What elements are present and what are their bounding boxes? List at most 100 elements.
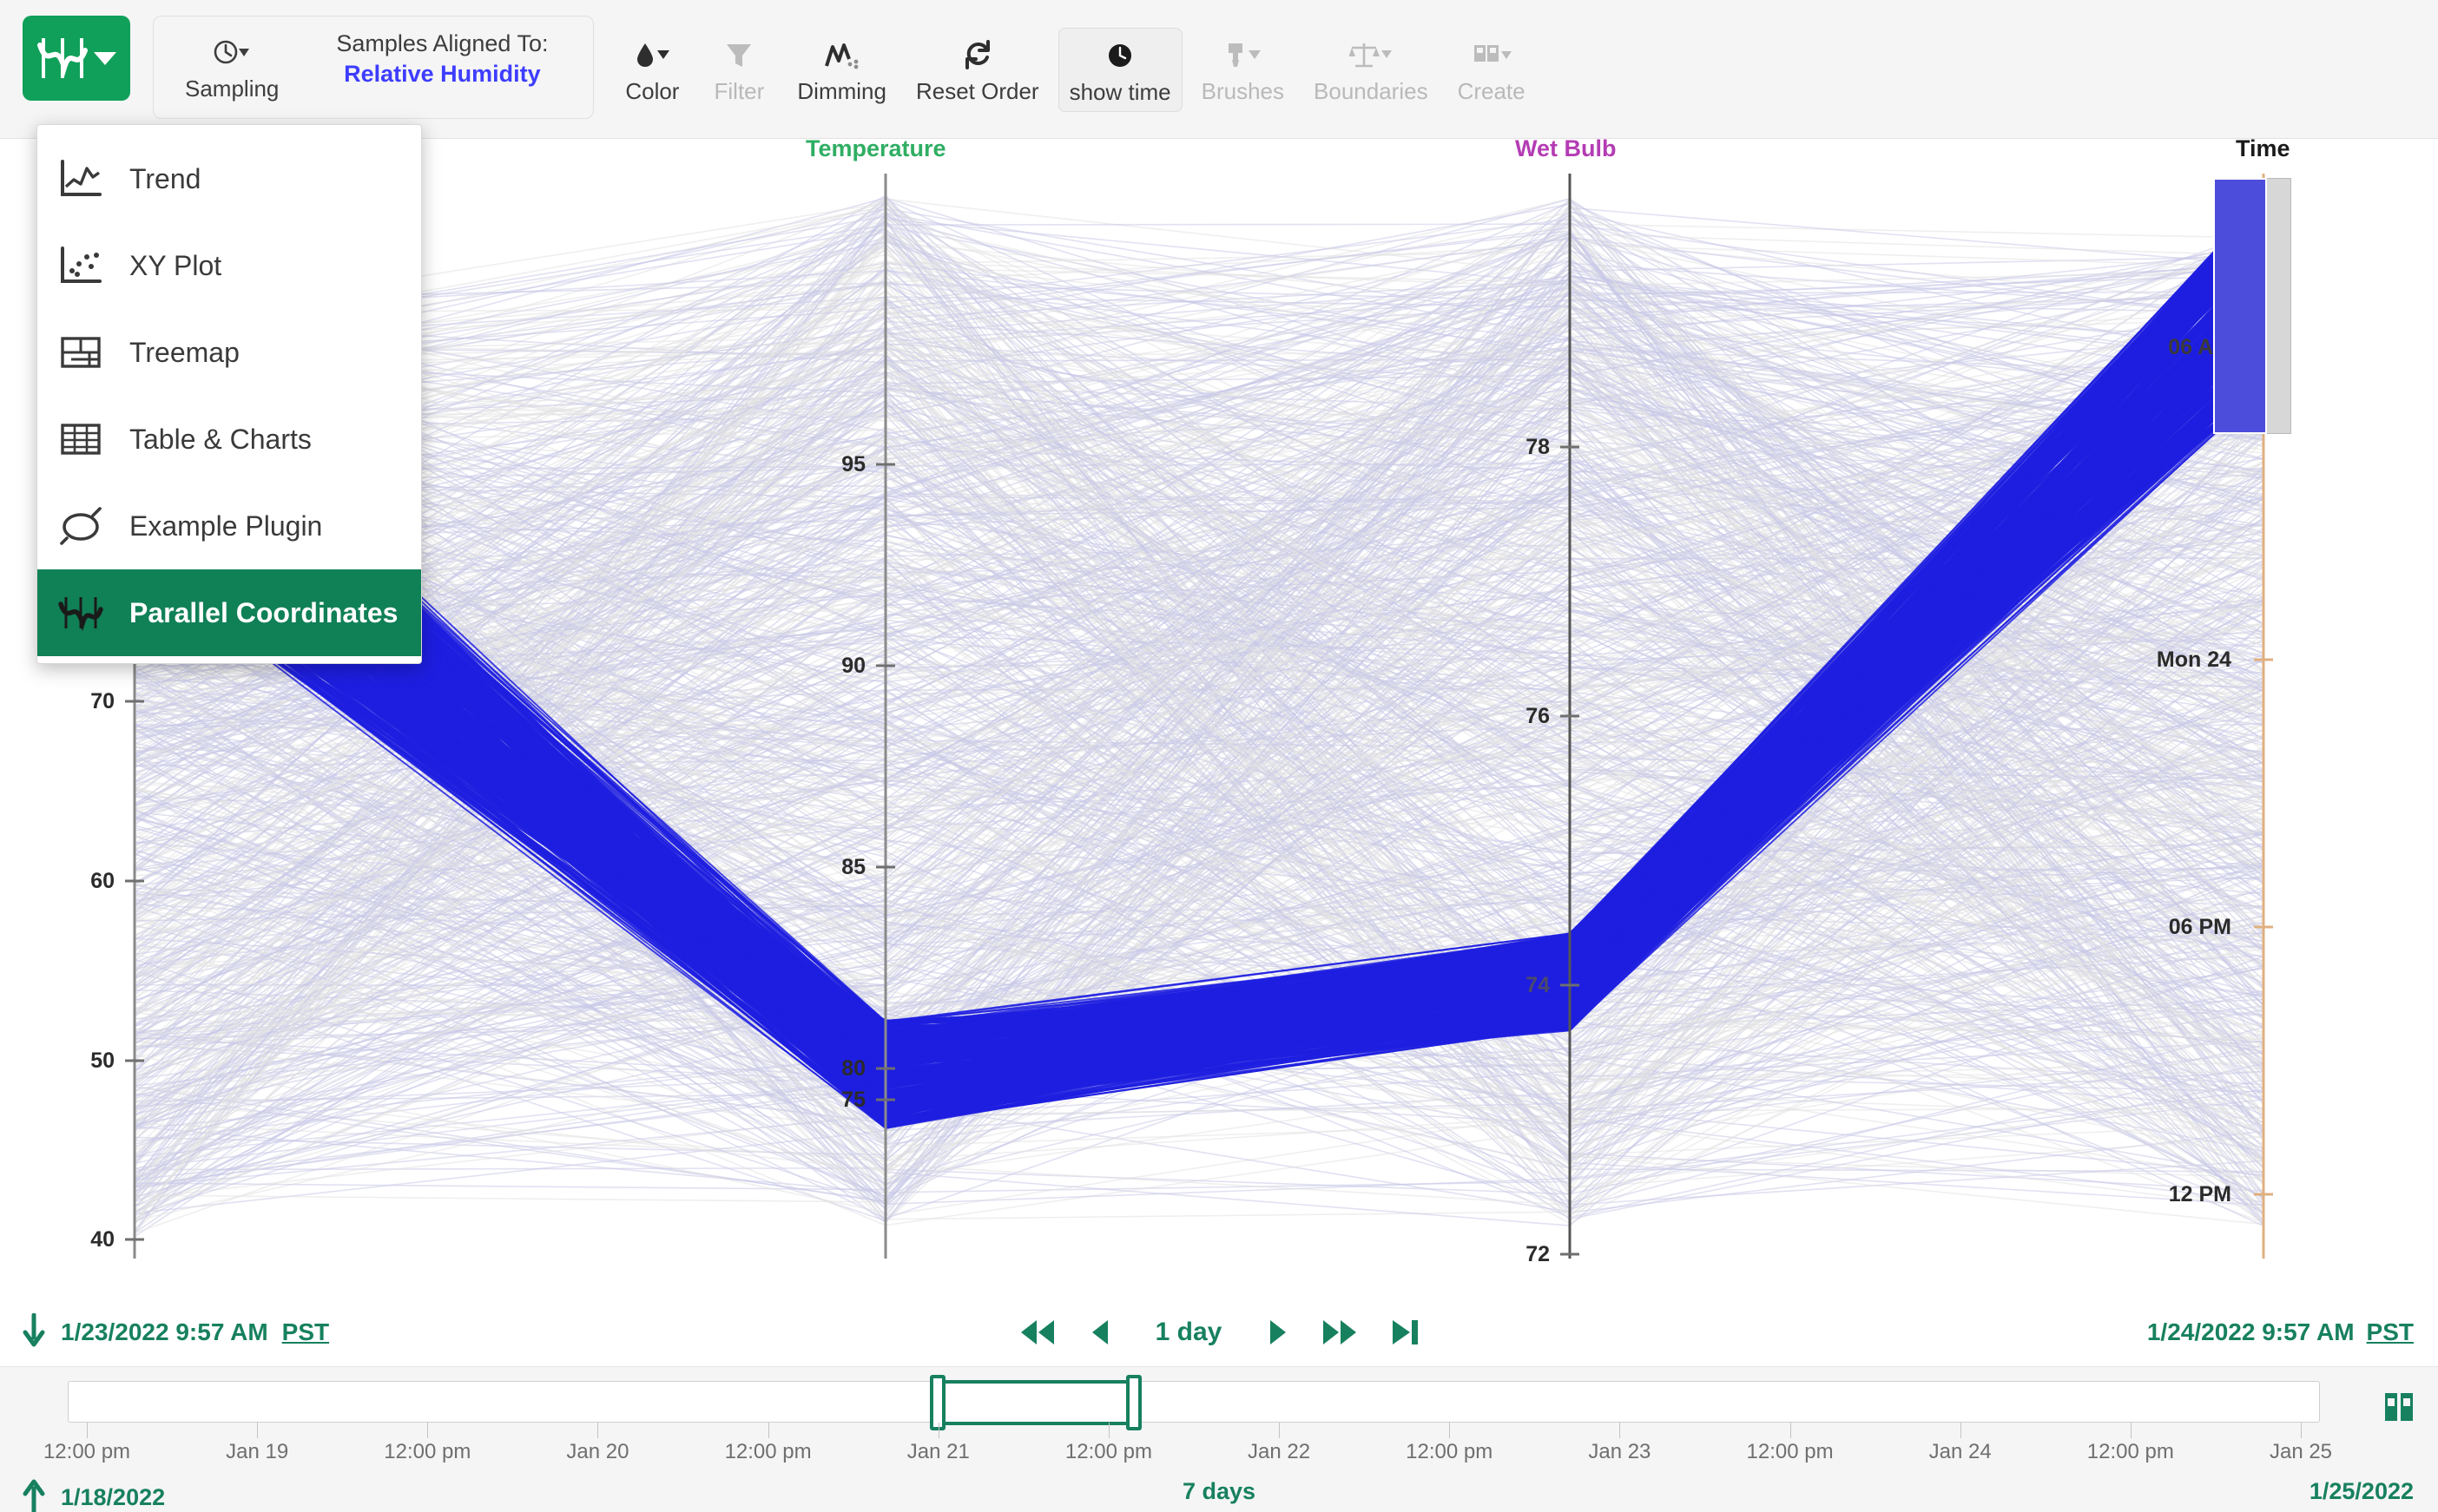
menu-item-label: XY Plot — [129, 249, 222, 281]
reset-order-label: Reset Order — [915, 78, 1039, 104]
step-back-button[interactable] — [1087, 1315, 1111, 1350]
dimming-button[interactable]: Dimming — [787, 28, 897, 110]
menu-item-label: Example Plugin — [129, 509, 323, 542]
filter-label: Filter — [714, 78, 765, 104]
menu-item-label: Trend — [129, 162, 201, 194]
scrubber-tick-label: 12:00 pm — [1746, 1440, 1834, 1463]
boundaries-button[interactable]: Boundaries — [1303, 28, 1439, 110]
plugin-dropdown-menu[interactable]: Trend XY Plot Treemap Table & Charts Exa… — [36, 124, 422, 664]
example-plugin-icon — [56, 505, 105, 547]
clock-icon — [1105, 37, 1135, 74]
scrubber-tickmark — [1619, 1423, 1621, 1438]
samples-aligned-title: Samples Aligned To: — [336, 30, 549, 56]
tick-time-06pm: 06 PM — [2168, 915, 2231, 939]
brushes-label: Brushes — [1201, 78, 1285, 104]
arrow-up-icon[interactable] — [21, 1478, 47, 1512]
nav-start-time[interactable]: 1/23/2022 9:57 AM — [61, 1318, 268, 1346]
menu-item-table-charts[interactable]: Table & Charts — [37, 396, 421, 483]
scrubber-tick-label: Jan 19 — [226, 1440, 289, 1463]
nav-end-group: 1/24/2022 9:57 AM PST — [2147, 1318, 2414, 1346]
boundaries-label: Boundaries — [1314, 78, 1428, 104]
reset-order-button[interactable]: Reset Order — [906, 28, 1050, 110]
show-time-label: show time — [1069, 79, 1171, 105]
create-button[interactable]: Create — [1447, 28, 1536, 110]
create-dropdown-icon — [1471, 36, 1512, 73]
tick-wb-74: 74 — [1525, 973, 1550, 997]
skip-to-end-button[interactable] — [1389, 1315, 1420, 1350]
tick-rh-50: 50 — [90, 1049, 115, 1073]
menu-item-treemap[interactable]: Treemap — [37, 309, 421, 396]
tick-time-12pm: 12 PM — [2168, 1182, 2231, 1206]
color-button[interactable]: Color — [613, 28, 691, 110]
time-axis-brush-selection[interactable] — [2213, 178, 2267, 434]
parallel-coordinates-app: Sampling Samples Aligned To: Relative Hu… — [0, 0, 2438, 1512]
brushes-button[interactable]: Brushes — [1191, 28, 1295, 110]
scrubber-footer: 1/18/2022 7 days 1/25/2022 — [0, 1478, 2438, 1512]
scrubber-tick-label: 12:00 pm — [1406, 1440, 1493, 1463]
playback-controls: 1 day — [1018, 1315, 1420, 1350]
scrubber-tick-label: 12:00 pm — [724, 1440, 812, 1463]
axis-title-wet-bulb[interactable]: Wet Bulb — [1515, 135, 1617, 162]
scrubber-tick-label: 12:00 pm — [1064, 1440, 1152, 1463]
create-label: Create — [1457, 78, 1525, 104]
color-label: Color — [625, 78, 680, 104]
tick-rh-70: 70 — [90, 689, 115, 713]
step-size-label[interactable]: 1 day — [1141, 1318, 1236, 1347]
tick-rh-60: 60 — [90, 869, 115, 893]
scrubber-selection-range[interactable] — [938, 1380, 1134, 1425]
xy-plot-icon — [56, 245, 105, 286]
refresh-icon — [962, 36, 993, 73]
main-toolbar: Sampling Samples Aligned To: Relative Hu… — [0, 0, 2438, 139]
nav-start-timezone[interactable]: PST — [282, 1318, 329, 1346]
scrubber-tick-label: Jan 24 — [1928, 1440, 1992, 1463]
nav-end-timezone[interactable]: PST — [2367, 1318, 2414, 1346]
scrubber-tickmark — [1960, 1423, 1961, 1438]
brush-dropdown-icon — [1222, 36, 1262, 73]
timeline-scrubber: 12:00 pm Jan 19 12:00 pm Jan 20 12:00 pm Jan … — [0, 1366, 2438, 1512]
scrubber-tickmark — [427, 1423, 429, 1438]
tick-rh-40: 40 — [90, 1227, 115, 1252]
menu-item-label: Treemap — [129, 336, 240, 368]
step-forward-button[interactable] — [1266, 1315, 1290, 1350]
samples-aligned-value[interactable]: Relative Humidity — [344, 61, 541, 88]
nav-end-time[interactable]: 1/24/2022 9:57 AM — [2147, 1318, 2355, 1346]
scrubber-track[interactable] — [68, 1375, 2320, 1430]
scrubber-tickmark — [1108, 1423, 1110, 1438]
parallel-coordinates-icon — [56, 592, 105, 634]
menu-item-trend[interactable]: Trend — [37, 135, 421, 222]
menu-item-example-plugin[interactable]: Example Plugin — [37, 483, 421, 569]
tick-time-mon24: Mon 24 — [2156, 648, 2231, 672]
scrubber-tick-label: Jan 21 — [906, 1440, 970, 1463]
scrubber-range-end[interactable]: 1/25/2022 — [2310, 1478, 2414, 1504]
scrubber-tick-label: 12:00 pm — [2086, 1440, 2174, 1463]
tick-wb-78: 78 — [1525, 435, 1550, 459]
fast-forward-button[interactable] — [1320, 1315, 1360, 1350]
show-time-button[interactable]: show time — [1058, 28, 1183, 112]
treemap-icon — [56, 332, 105, 373]
menu-item-xy-plot[interactable]: XY Plot — [37, 222, 421, 309]
scrubber-total-duration[interactable]: 7 days — [1183, 1478, 1255, 1504]
toolbar-group: Sampling Samples Aligned To: Relative Hu… — [153, 16, 595, 119]
tick-temp-75: 75 — [841, 1088, 866, 1112]
scrubber-tick-label: Jan 22 — [1248, 1440, 1311, 1463]
scrubber-tickmark — [2301, 1423, 2302, 1438]
tick-temp-90: 90 — [841, 654, 866, 678]
scrubber-tick-label: 12:00 pm — [43, 1440, 131, 1463]
axis-title-time[interactable]: Time — [2236, 135, 2290, 162]
samples-aligned-block: Samples Aligned To: Relative Humidity — [312, 25, 572, 88]
scrubber-tick-label: Jan 20 — [566, 1440, 629, 1463]
scrubber-range-start[interactable]: 1/18/2022 — [61, 1484, 165, 1511]
sampling-button[interactable]: Sampling — [175, 25, 289, 108]
scrubber-tick-label: Jan 25 — [2269, 1440, 2333, 1463]
axis-title-temperature[interactable]: Temperature — [806, 135, 946, 162]
menu-item-parallel-coordinates[interactable]: Parallel Coordinates — [37, 569, 421, 656]
plugin-selector-button[interactable] — [23, 16, 130, 101]
arrow-down-icon[interactable] — [21, 1312, 47, 1352]
scrubber-tick-axis: 12:00 pm Jan 19 12:00 pm Jan 20 12:00 pm Jan … — [0, 1423, 2438, 1463]
dimming-label: Dimming — [797, 78, 886, 104]
skip-to-start-button[interactable] — [1018, 1315, 1058, 1350]
scrubber-tickmark — [1789, 1423, 1791, 1438]
filter-button[interactable]: Filter — [700, 28, 778, 110]
scales-dropdown-icon — [1348, 36, 1394, 73]
toolbar-actions: Color Filter Dimming Reset Order show ti… — [613, 16, 1535, 112]
